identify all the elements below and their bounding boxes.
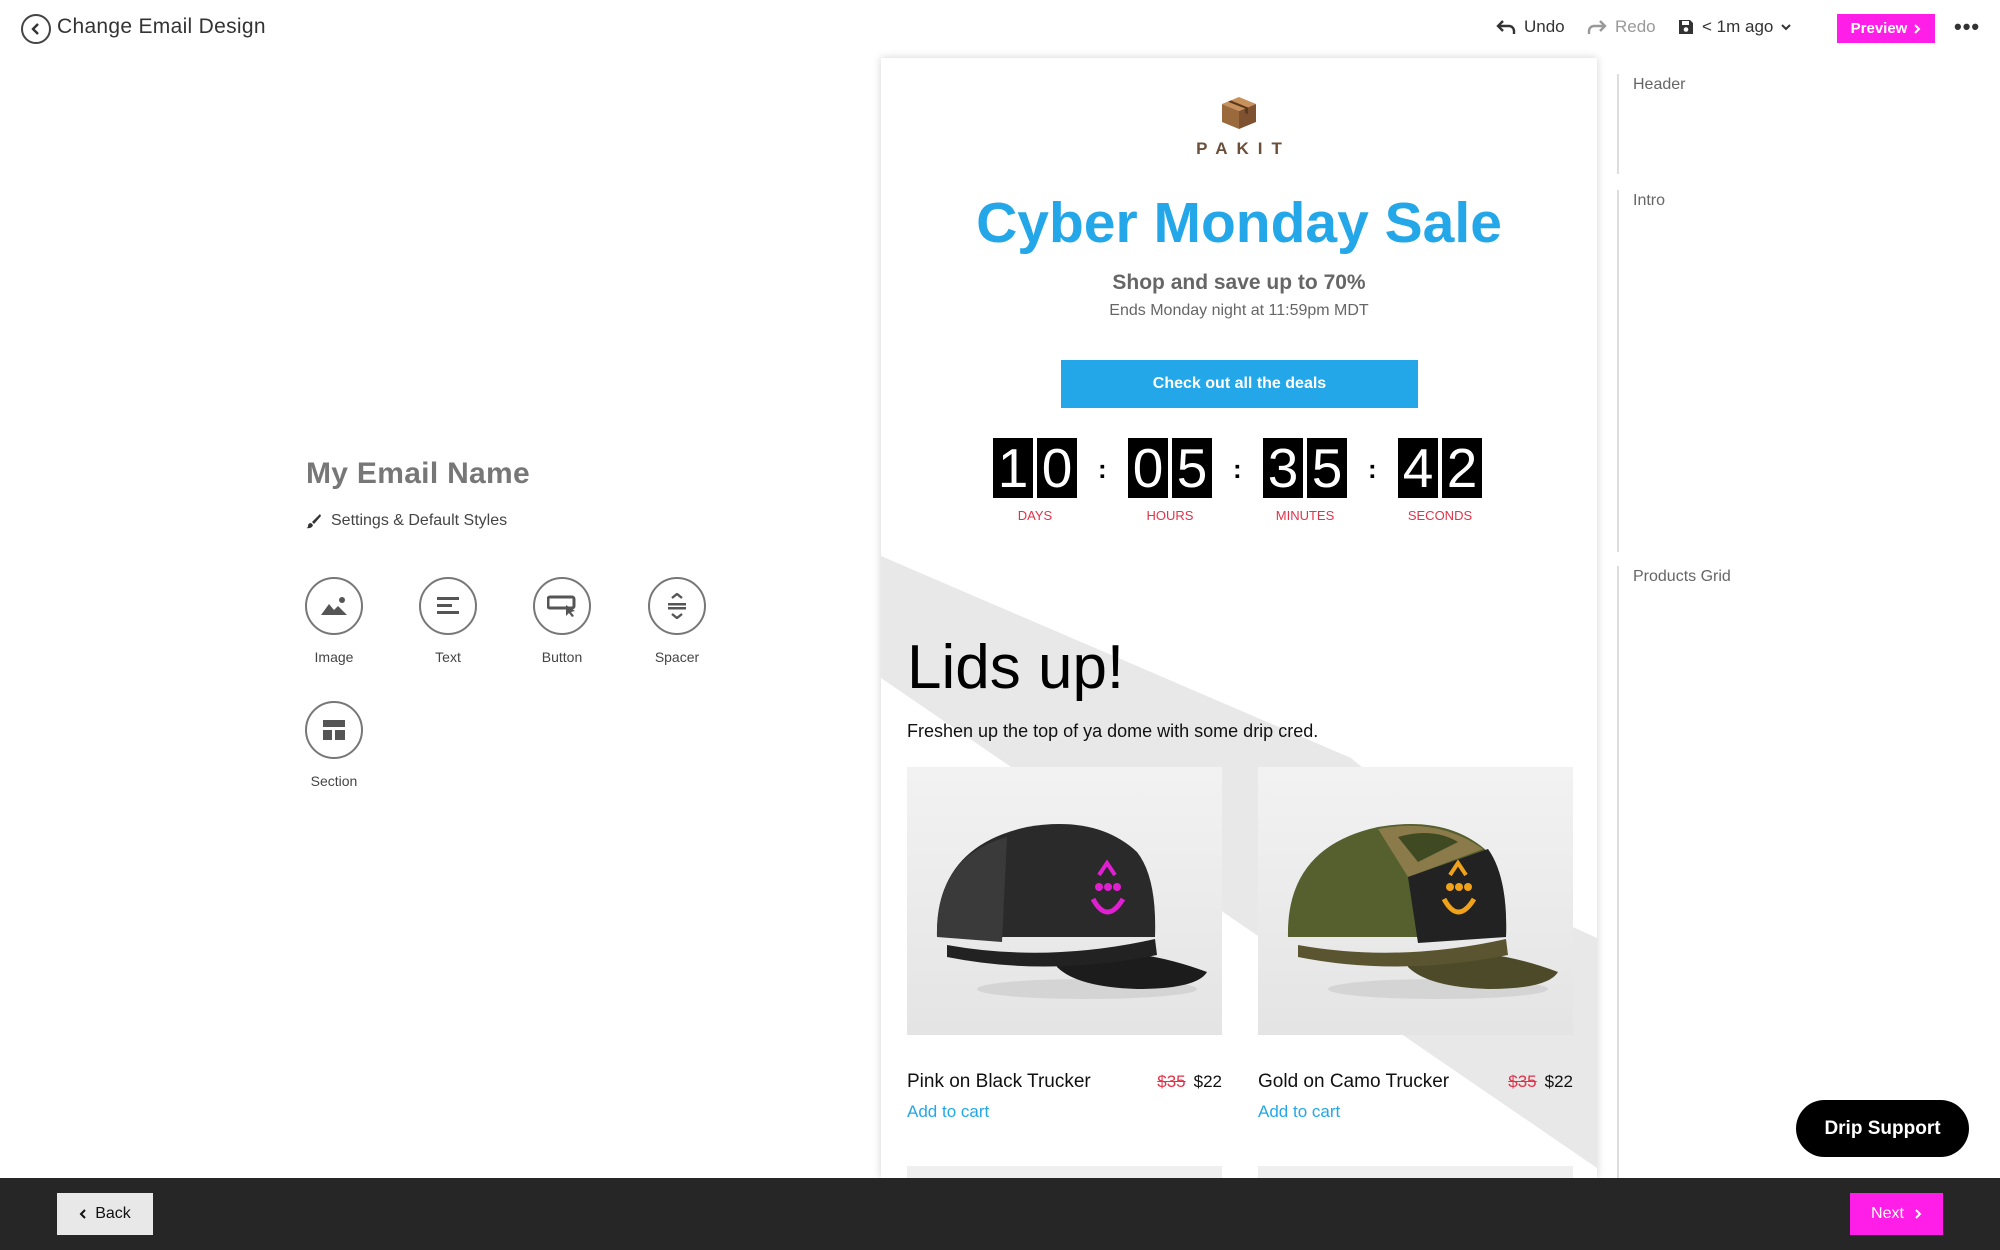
undo-button[interactable]: Undo xyxy=(1496,17,1565,37)
more-options-icon[interactable]: ••• xyxy=(1954,14,1980,40)
cta-button[interactable]: Check out all the deals xyxy=(1061,360,1418,408)
section-subtitle: Freshen up the top of ya dome with some … xyxy=(907,721,1319,741)
settings-label: Settings & Default Styles xyxy=(331,512,508,529)
redo-icon xyxy=(1587,20,1607,34)
countdown-seconds: 42 SECONDS xyxy=(1398,438,1482,530)
hero-title: Cyber Monday Sale xyxy=(976,191,1502,255)
product-card-partial[interactable] xyxy=(1258,1166,1573,1178)
back-label: Back xyxy=(95,1205,131,1222)
tool-label: Image xyxy=(314,649,354,665)
button-icon xyxy=(533,577,591,635)
countdown-digit: 4 xyxy=(1398,438,1438,498)
hero-subtitle: Shop and save up to 70% xyxy=(1112,271,1366,294)
countdown-digit: 0 xyxy=(1037,438,1077,498)
product-old-price: $35 xyxy=(1508,1072,1537,1091)
countdown-digit: 1 xyxy=(993,438,1033,498)
email-name[interactable]: My Email Name xyxy=(306,457,530,491)
countdown-label: HOURS xyxy=(1146,508,1194,523)
countdown-colon: : xyxy=(1233,454,1242,484)
product-price: $22 xyxy=(1544,1072,1573,1091)
save-status-dropdown[interactable]: < 1m ago xyxy=(1678,17,1792,37)
tool-spacer[interactable]: Spacer xyxy=(632,577,722,665)
section-title: Lids up! xyxy=(907,633,1125,702)
outline-item-header[interactable]: Header xyxy=(1617,74,1685,174)
back-arrow-icon[interactable] xyxy=(21,14,51,44)
image-icon xyxy=(305,577,363,635)
add-to-cart-link[interactable]: Add to cart xyxy=(907,1102,1222,1122)
brush-icon xyxy=(306,514,321,529)
countdown-colon: : xyxy=(1368,454,1377,484)
tool-section[interactable]: Section xyxy=(289,701,379,789)
save-icon xyxy=(1679,20,1693,34)
next-label: Next xyxy=(1871,1205,1904,1222)
outline-item-label: Products Grid xyxy=(1633,568,1731,585)
tool-button[interactable]: Button xyxy=(517,577,607,665)
back-button[interactable]: Back xyxy=(57,1193,153,1235)
logo-text: PAKIT xyxy=(1196,139,1291,158)
product-price: $22 xyxy=(1193,1072,1222,1091)
outline-item-label: Header xyxy=(1633,76,1686,93)
tool-label: Button xyxy=(541,649,583,665)
support-button[interactable]: Drip Support xyxy=(1796,1100,1969,1157)
page-title: Change Email Design xyxy=(57,15,266,38)
countdown-label: DAYS xyxy=(1017,508,1053,523)
text-icon xyxy=(419,577,477,635)
chevron-right-icon xyxy=(1915,1209,1922,1219)
email-canvas[interactable]: PAKIT Cyber Monday Sale Shop and save up… xyxy=(881,58,1597,1178)
box-logo-icon xyxy=(1222,97,1256,129)
countdown-digit: 5 xyxy=(1172,438,1212,498)
countdown-digit: 5 xyxy=(1307,438,1347,498)
product-card[interactable]: Pink on Black Trucker $35 $22 Add to cart xyxy=(907,767,1222,1122)
save-status-label: < 1m ago xyxy=(1702,17,1774,36)
countdown-label: SECONDS xyxy=(1407,508,1473,523)
outline-item-intro[interactable]: Intro xyxy=(1617,190,1665,552)
tool-label: Section xyxy=(310,773,358,789)
outline-item-products-grid[interactable]: Products Grid xyxy=(1617,566,1731,1178)
outline-item-label: Intro xyxy=(1633,192,1666,209)
countdown-label: MINUTES xyxy=(1275,508,1335,523)
next-button[interactable]: Next xyxy=(1850,1193,1943,1235)
countdown-colon: : xyxy=(1098,454,1107,484)
countdown-hours: 05 HOURS xyxy=(1128,438,1212,530)
countdown-digit: 0 xyxy=(1128,438,1168,498)
product-image[interactable] xyxy=(1258,767,1573,1035)
countdown-digit: 3 xyxy=(1263,438,1303,498)
hero-note: Ends Monday night at 11:59pm MDT xyxy=(1109,302,1369,319)
product-image[interactable] xyxy=(907,767,1222,1035)
product-old-price: $35 xyxy=(1157,1072,1186,1091)
top-bar: Change Email Design Undo Redo < 1m ago P… xyxy=(0,0,2000,58)
redo-label: Redo xyxy=(1615,17,1656,36)
preview-button[interactable]: Preview xyxy=(1837,14,1935,43)
bottom-bar: Back Next xyxy=(0,1178,2000,1250)
product-name: Pink on Black Trucker xyxy=(907,1071,1091,1092)
product-card-partial[interactable] xyxy=(907,1166,1222,1178)
product-card[interactable]: Gold on Camo Trucker $35 $22 Add to cart xyxy=(1258,767,1573,1122)
brand-logo: PAKIT xyxy=(881,96,1597,159)
add-to-cart-link[interactable]: Add to cart xyxy=(1258,1102,1573,1122)
tool-label: Spacer xyxy=(654,649,700,665)
chevron-down-icon xyxy=(1781,24,1792,31)
countdown-days: 10 DAYS xyxy=(993,438,1077,530)
countdown-minutes: 35 MINUTES xyxy=(1263,438,1347,530)
spacer-icon xyxy=(648,577,706,635)
undo-label: Undo xyxy=(1524,17,1565,36)
product-name: Gold on Camo Trucker xyxy=(1258,1071,1450,1092)
editor-panel: My Email Name Settings & Default Styles … xyxy=(0,58,880,1178)
chevron-left-icon xyxy=(79,1209,86,1219)
redo-button[interactable]: Redo xyxy=(1587,17,1656,37)
undo-icon xyxy=(1496,20,1516,34)
tool-label: Text xyxy=(435,649,461,665)
tool-image[interactable]: Image xyxy=(289,577,379,665)
tool-text[interactable]: Text xyxy=(403,577,493,665)
section-icon xyxy=(305,701,363,759)
countdown-digit: 2 xyxy=(1442,438,1482,498)
chevron-right-icon xyxy=(1914,23,1921,34)
preview-label: Preview xyxy=(1850,20,1908,37)
settings-link[interactable]: Settings & Default Styles xyxy=(306,512,507,530)
